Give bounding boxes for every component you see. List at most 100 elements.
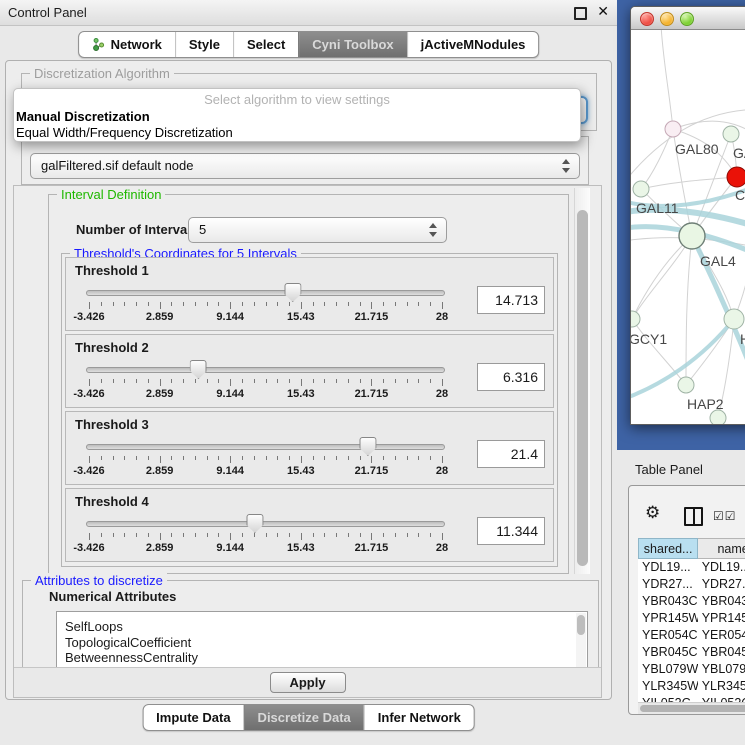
attribute-item-betweennesscentrality[interactable]: BetweennessCentrality	[57, 650, 587, 666]
cell-shared-name[interactable]: YBR043C	[638, 593, 698, 610]
group-title: Attributes to discretize	[31, 573, 167, 588]
threshold-label: Threshold 4	[66, 489, 553, 511]
algorithm-option-manual-discretization[interactable]: Manual Discretization	[14, 109, 580, 125]
cell-name[interactable]: YLR345W	[698, 678, 745, 695]
column-header-name[interactable]: name	[698, 538, 745, 559]
table-row[interactable]: YER054CYER054C	[638, 627, 745, 644]
cell-name[interactable]: YBR043C	[698, 593, 745, 610]
table-row[interactable]: YDR27...YDR27...	[638, 576, 745, 593]
cell-name[interactable]: YBL079W	[698, 661, 745, 678]
table-row[interactable]: YDL19...YDL19...	[638, 559, 745, 576]
attribute-item-topologicalcoefficient[interactable]: TopologicalCoefficient	[57, 635, 587, 651]
table-horizontal-scrollbar[interactable]	[638, 702, 745, 714]
table-data-combobox-value: galFiltered.sif default node	[41, 158, 193, 173]
numerical-attributes-list[interactable]: SelfLoopsTopologicalCoefficientBetweenne…	[56, 611, 588, 674]
network-node[interactable]	[633, 181, 649, 197]
network-node[interactable]	[710, 410, 726, 424]
network-node[interactable]	[727, 167, 745, 187]
cell-shared-name[interactable]: YPR145W	[638, 610, 698, 627]
network-node[interactable]	[724, 309, 744, 329]
tab-impute-data[interactable]: Impute Data	[143, 705, 243, 730]
settings-scrollbar[interactable]	[574, 188, 590, 574]
attributes-group: Attributes to discretize Numerical Attri…	[22, 580, 599, 670]
table-row[interactable]: YBR043CYBR043C	[638, 593, 745, 610]
cell-name[interactable]: YER054C	[698, 627, 745, 644]
table-row[interactable]: YBR045CYBR045C	[638, 644, 745, 661]
scrollbar-thumb[interactable]	[640, 705, 745, 712]
cyni-toolbox-panel: Discretization Algorithm Table Data galF…	[5, 60, 612, 700]
threshold-panel: Threshold 2-3.4262.8599.14415.4321.71528…	[65, 334, 554, 408]
cell-name[interactable]: YBR045C	[698, 644, 745, 661]
network-node[interactable]	[665, 121, 681, 137]
select-columns-icons[interactable]: ☑☑	[713, 509, 737, 523]
algorithm-option-equal-width-frequency-discretization[interactable]: Equal Width/Frequency Discretization	[14, 125, 580, 141]
table-row[interactable]: YBL079WYBL079W	[638, 661, 745, 678]
slider-thumb[interactable]	[284, 283, 301, 302]
table-row[interactable]: YLR345WYLR345W	[638, 678, 745, 695]
threshold-label: Threshold 3	[66, 412, 553, 434]
number-of-intervals-combobox[interactable]: 5	[188, 217, 447, 243]
scrollbar-thumb[interactable]	[577, 210, 588, 566]
slider-thumb[interactable]	[190, 360, 207, 379]
number-of-intervals-label: Number of Intervals	[76, 222, 198, 237]
cell-shared-name[interactable]: YBR045C	[638, 644, 698, 661]
number-of-intervals-value: 5	[199, 222, 206, 237]
zoom-button[interactable]	[680, 12, 694, 26]
apply-button[interactable]: Apply	[270, 672, 346, 693]
tick-label: 9.144	[216, 388, 244, 400]
tick-label: -3.426	[73, 542, 104, 554]
close-icon[interactable]: ✕	[597, 3, 609, 20]
network-node[interactable]	[679, 223, 705, 249]
minimize-button[interactable]	[660, 12, 674, 26]
threshold-slider[interactable]: -3.4262.8599.14415.4321.71528	[84, 280, 447, 326]
cell-name[interactable]: YDL19...	[698, 559, 745, 576]
tick-label: 9.144	[216, 465, 244, 477]
threshold-value-field[interactable]: 6.316	[477, 363, 545, 391]
threshold-slider[interactable]: -3.4262.8599.14415.4321.71528	[84, 357, 447, 403]
table-data-combobox[interactable]: galFiltered.sif default node	[30, 153, 580, 179]
algorithm-dropdown-popup: Select algorithm to view settings Manual…	[13, 88, 581, 142]
float-icon[interactable]	[574, 7, 587, 20]
cell-shared-name[interactable]: YDR27...	[638, 576, 698, 593]
table-row[interactable]: YPR145WYPR145W	[638, 610, 745, 627]
tab-select[interactable]: Select	[233, 32, 298, 57]
cell-shared-name[interactable]: YER054C	[638, 627, 698, 644]
attribute-item-selfloops[interactable]: SelfLoops	[57, 619, 587, 635]
network-node[interactable]	[678, 377, 694, 393]
split-columns-icon[interactable]	[684, 507, 703, 526]
threshold-value-field[interactable]: 14.713	[477, 286, 545, 314]
slider-thumb[interactable]	[359, 437, 376, 456]
gear-icon[interactable]: ⚙	[645, 503, 660, 523]
node-label: H	[740, 331, 745, 347]
tab-cyni-toolbox[interactable]: Cyni Toolbox	[298, 32, 406, 57]
cell-shared-name[interactable]: YLR345W	[638, 678, 698, 695]
tick-label: 28	[436, 465, 448, 477]
list-scrollbar[interactable]	[576, 613, 586, 672]
threshold-value-field[interactable]: 11.344	[477, 517, 545, 545]
tick-label: -3.426	[73, 465, 104, 477]
tick-label: 15.43	[287, 465, 315, 477]
cell-shared-name[interactable]: YBL079W	[638, 661, 698, 678]
table-data-group: Table Data galFiltered.sif default node	[21, 136, 589, 185]
table-panel-window: ⚙ ☑☑ shared... name YDL19...YDL19...YDR2…	[628, 485, 745, 715]
cell-shared-name[interactable]: YDL19...	[638, 559, 698, 576]
threshold-slider[interactable]: -3.4262.8599.14415.4321.71528	[84, 511, 447, 557]
tab-jactivemnodules[interactable]: jActiveMNodules	[407, 32, 539, 57]
slider-thumb[interactable]	[246, 514, 263, 533]
network-node[interactable]	[723, 126, 739, 142]
cell-name[interactable]: YDR27...	[698, 576, 745, 593]
close-button[interactable]	[640, 12, 654, 26]
cell-name[interactable]: YPR145W	[698, 610, 745, 627]
tab-style[interactable]: Style	[175, 32, 233, 57]
network-canvas[interactable]: GAL80GACGAL11GAL4GCY1HHAP2	[631, 30, 745, 424]
scrollbar-thumb[interactable]	[577, 615, 585, 635]
threshold-value-field[interactable]: 21.4	[477, 440, 545, 468]
network-node[interactable]	[631, 311, 640, 327]
tick-label: 21.715	[355, 465, 389, 477]
tab-discretize-data[interactable]: Discretize Data	[244, 705, 364, 730]
tab-network[interactable]: Network	[79, 32, 175, 57]
threshold-slider[interactable]: -3.4262.8599.14415.4321.71528	[84, 434, 447, 480]
tab-infer-network[interactable]: Infer Network	[364, 705, 474, 730]
table-panel-region: Table Panel ⚙ ☑☑ shared... name YDL19...…	[617, 450, 745, 745]
column-header-shared-name[interactable]: shared...	[638, 538, 698, 559]
